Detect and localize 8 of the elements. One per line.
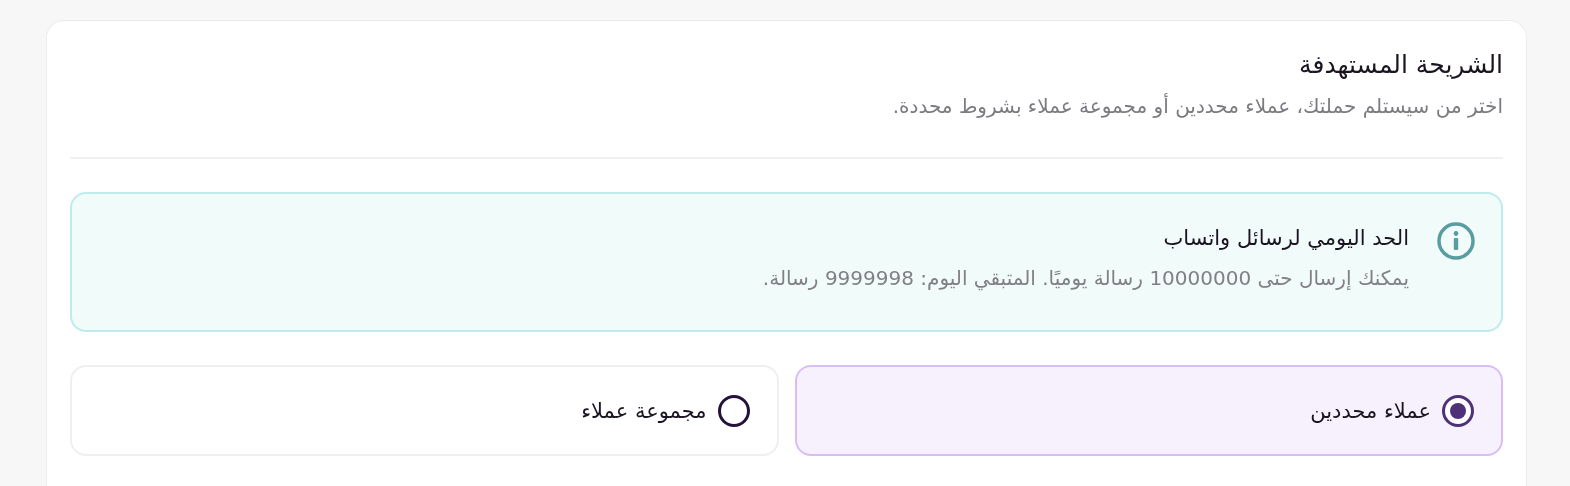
notice-title: الحد اليومي لرسائل واتساب	[1162, 225, 1409, 252]
option-label: مجموعة عملاء	[581, 398, 707, 423]
option-card[interactable]: مجموعة عملاء	[70, 365, 779, 456]
notice-message: يمكنك إرسال حتى 10000000 رسالة يوميًا. المتبقي اليوم: 9999998 رسالة.	[762, 265, 1409, 293]
option-label: عملاء محددين	[1310, 398, 1431, 423]
section-subtitle: اختر من سيستلم حملتك، عملاء محددين أو مجموعة عملاء بشروط محددة.	[891, 92, 1503, 120]
option-card[interactable]: عملاء محددين	[794, 365, 1503, 456]
section-title: الشريحة المستهدفة	[1298, 49, 1503, 81]
